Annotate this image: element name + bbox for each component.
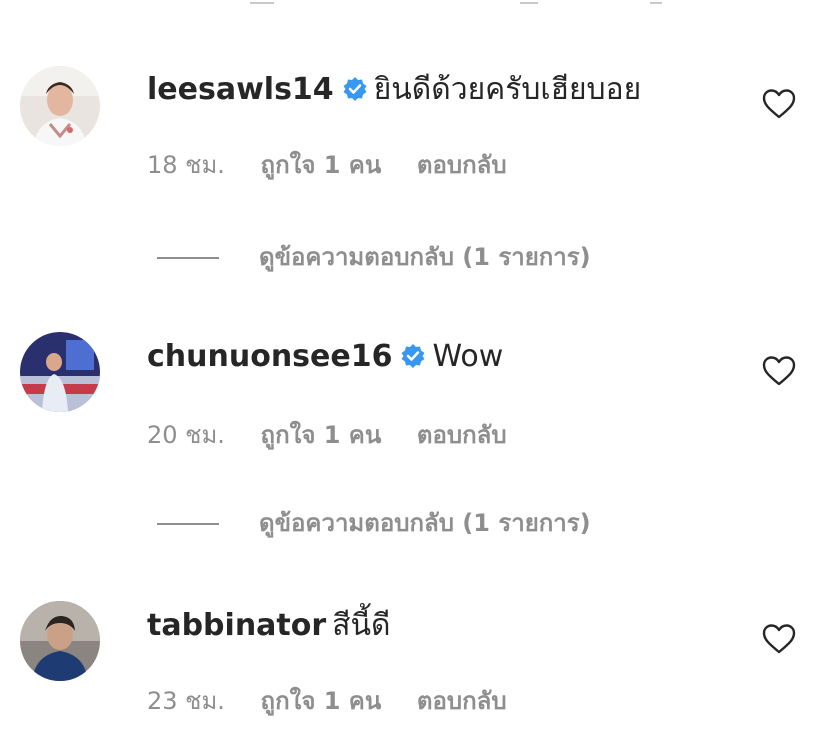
- likes-count[interactable]: ถูกใจ 1 คน: [261, 151, 382, 179]
- heart-outline-icon[interactable]: [762, 355, 796, 387]
- comment-meta: 20 ชม. ถูกใจ 1 คน ตอบกลับ: [147, 420, 535, 450]
- username-link[interactable]: tabbinator: [147, 608, 326, 643]
- comment-text: Wow: [432, 339, 504, 374]
- comment-text: ยินดีด้วยครับเฮียบอย: [373, 72, 642, 107]
- reply-divider: [157, 257, 219, 259]
- comment-time[interactable]: 23 ชม.: [147, 687, 225, 715]
- comment-time[interactable]: 20 ชม.: [147, 421, 225, 449]
- likes-count[interactable]: ถูกใจ 1 คน: [261, 687, 382, 715]
- previous-comment-fragment: [250, 0, 690, 6]
- view-replies-button[interactable]: ดูข้อความตอบกลับ (1 รายการ): [157, 242, 591, 272]
- heart-outline-icon[interactable]: [762, 88, 796, 120]
- comment-time[interactable]: 18 ชม.: [147, 151, 225, 179]
- likes-count[interactable]: ถูกใจ 1 คน: [261, 421, 382, 449]
- avatar[interactable]: [20, 332, 100, 412]
- comment-text: สีนี้ดี: [332, 608, 391, 643]
- heart-outline-icon[interactable]: [762, 623, 796, 655]
- verified-badge-icon: [401, 344, 425, 368]
- verified-badge-icon: [343, 77, 367, 101]
- reply-button[interactable]: ตอบกลับ: [417, 151, 507, 179]
- reply-button[interactable]: ตอบกลับ: [417, 421, 507, 449]
- comment-meta: 23 ชม. ถูกใจ 1 คน ตอบกลับ: [147, 686, 535, 716]
- username-link[interactable]: chunuonsee16: [147, 339, 392, 374]
- comment-body: chunuonsee16 Wow: [147, 337, 503, 377]
- view-replies-label: ดูข้อความตอบกลับ (1 รายการ): [259, 509, 591, 537]
- reply-divider: [157, 523, 219, 525]
- reply-button[interactable]: ตอบกลับ: [417, 687, 507, 715]
- comments-panel: leesawls14 ยินดีด้วยครับเฮียบอย 18 ชม. ถ…: [0, 0, 820, 737]
- avatar[interactable]: [20, 66, 100, 146]
- comment-body: leesawls14 ยินดีด้วยครับเฮียบอย: [147, 70, 641, 110]
- view-replies-button[interactable]: ดูข้อความตอบกลับ (1 รายการ): [157, 508, 591, 538]
- view-replies-label: ดูข้อความตอบกลับ (1 รายการ): [259, 243, 591, 271]
- avatar[interactable]: [20, 601, 100, 681]
- username-link[interactable]: leesawls14: [147, 72, 334, 107]
- comment-body: tabbinator สีนี้ดี: [147, 606, 390, 646]
- comment-meta: 18 ชม. ถูกใจ 1 คน ตอบกลับ: [147, 150, 535, 180]
